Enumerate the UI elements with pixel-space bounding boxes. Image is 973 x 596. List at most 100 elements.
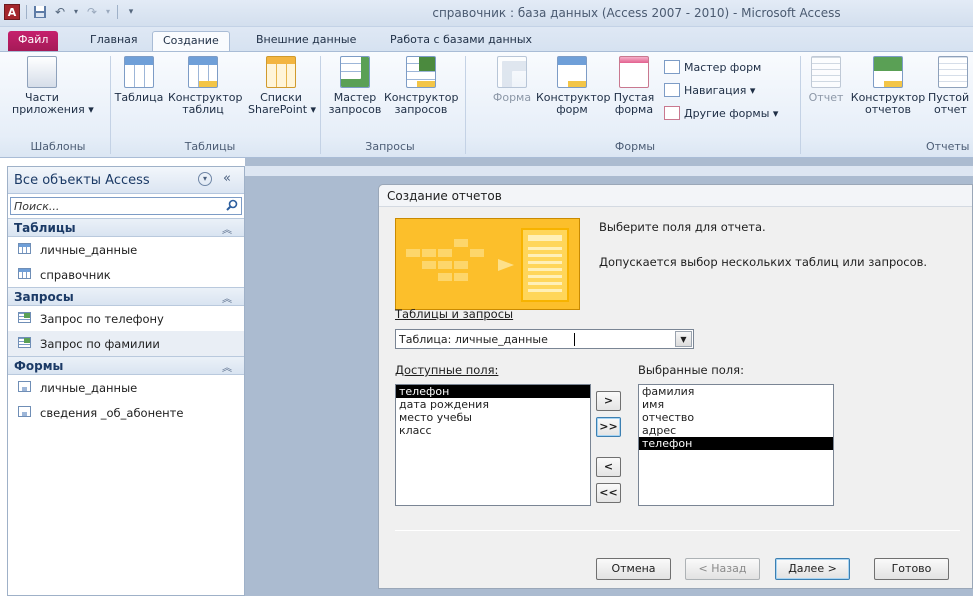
navigation-pane: Все объекты Access ▾ « Поиск... Таблицы … (7, 166, 245, 596)
app-parts-icon (27, 56, 57, 88)
table-design-button[interactable]: Конструктор таблиц (168, 56, 242, 116)
toolbar-separator (117, 5, 118, 19)
report-wizard-illustration (395, 218, 580, 310)
save-icon[interactable] (33, 5, 47, 19)
report-design-button[interactable]: Конструктор отчетов (849, 56, 927, 116)
list-item[interactable]: место учебы (396, 411, 590, 424)
query-icon (18, 337, 31, 348)
sharepoint-list-icon (266, 56, 296, 88)
form-wizard-icon (664, 60, 680, 74)
nav-item-table[interactable]: справочник (8, 262, 244, 287)
group-label-reports: Отчеты (926, 140, 970, 153)
more-forms-button[interactable]: Другие формы ▾ (664, 106, 778, 120)
table-icon (124, 56, 154, 88)
table-design-icon (188, 56, 218, 88)
finish-button[interactable]: Готово (874, 558, 949, 580)
report-button[interactable]: Отчет (805, 56, 847, 104)
query-design-button[interactable]: Конструктор запросов (384, 56, 458, 116)
blank-report-icon (938, 56, 968, 88)
report-wizard-dialog: Создание отчетов Выберите поля для отчет… (378, 184, 973, 589)
toolbar-separator (26, 5, 27, 19)
blank-report-button[interactable]: Пустой отчет (928, 56, 973, 116)
list-item[interactable]: телефон (396, 385, 590, 398)
chevron-up-icon: ︽ (222, 363, 232, 374)
available-fields-label: Доступные поля: (395, 363, 499, 377)
form-design-icon (557, 56, 587, 88)
app-parts-button[interactable]: Части приложения ▾ (12, 56, 94, 116)
tables-queries-value: Таблица: личные_данные (399, 333, 548, 346)
nav-item-form[interactable]: сведения _об_абоненте (8, 400, 244, 425)
tab-home[interactable]: Главная (80, 31, 148, 51)
list-item[interactable]: класс (396, 424, 590, 437)
selected-fields-list[interactable]: фамилия имя отчество адрес телефон (638, 384, 834, 506)
undo-dropdown-icon[interactable]: ▾ (73, 5, 79, 19)
nav-item-query[interactable]: Запрос по телефону (8, 306, 244, 331)
nav-item-query[interactable]: Запрос по фамилии (8, 331, 244, 356)
tab-create[interactable]: Создание (152, 31, 230, 51)
back-button[interactable]: < Назад (685, 558, 760, 580)
form-wizard-button[interactable]: Мастер форм (664, 60, 761, 74)
dialog-title: Создание отчетов (387, 189, 502, 203)
cancel-button[interactable]: Отмена (596, 558, 671, 580)
list-item[interactable]: адрес (639, 424, 833, 437)
navigation-button[interactable]: Навигация ▾ (664, 83, 755, 97)
available-fields-list[interactable]: телефон дата рождения место учебы класс (395, 384, 591, 506)
chevron-up-icon: ︽ (222, 225, 232, 236)
list-item[interactable]: фамилия (639, 385, 833, 398)
more-forms-icon (664, 106, 680, 120)
title-bar: A ↶ ▾ ↷ ▾ ▾ справочник : база данных (Ac… (0, 0, 973, 27)
tab-file[interactable]: Файл (8, 31, 59, 51)
nav-category-forms[interactable]: Формы ︽ (8, 356, 244, 375)
nav-category-queries[interactable]: Запросы ︽ (8, 287, 244, 306)
tab-database-tools[interactable]: Работа с базами данных (380, 31, 542, 51)
blank-form-button[interactable]: Пустая форма (611, 56, 657, 116)
remove-field-button[interactable]: < (596, 457, 621, 477)
add-all-fields-button[interactable]: >> (596, 417, 621, 437)
nav-pane-header[interactable]: Все объекты Access ▾ « (8, 167, 244, 194)
query-wizard-icon (340, 56, 370, 88)
table-icon (18, 243, 31, 254)
nav-item-form[interactable]: личные_данные (8, 375, 244, 400)
customize-toolbar-icon[interactable]: ▾ (124, 5, 138, 19)
chevron-down-icon[interactable]: ▼ (675, 331, 692, 347)
blank-form-icon (619, 56, 649, 88)
table-button[interactable]: Таблица (113, 56, 165, 104)
nav-category-tables[interactable]: Таблицы ︽ (8, 218, 244, 237)
tab-external-data[interactable]: Внешние данные (246, 31, 366, 51)
query-icon (18, 312, 31, 323)
remove-all-fields-button[interactable]: << (596, 483, 621, 503)
list-item[interactable]: имя (639, 398, 833, 411)
list-item[interactable]: дата рождения (396, 398, 590, 411)
redo-icon[interactable]: ↷ (85, 5, 99, 19)
report-design-icon (873, 56, 903, 88)
add-field-button[interactable]: > (596, 391, 621, 411)
form-design-button[interactable]: Конструктор форм (536, 56, 610, 116)
group-label-queries: Запросы (365, 140, 415, 153)
nav-search-input[interactable]: Поиск... (14, 200, 59, 213)
sharepoint-lists-button[interactable]: Списки SharePoint ▾ (248, 56, 316, 116)
form-button[interactable]: Форма (490, 56, 534, 104)
access-app-icon[interactable]: A (4, 4, 20, 20)
undo-icon[interactable]: ↶ (53, 5, 67, 19)
group-label-forms: Формы (614, 140, 656, 153)
report-icon (811, 56, 841, 88)
nav-menu-icon[interactable]: ▾ (198, 172, 212, 186)
navigation-icon (664, 83, 680, 97)
nav-item-table[interactable]: личные_данные (8, 237, 244, 262)
list-item[interactable]: телефон (639, 437, 833, 450)
list-item[interactable]: отчество (639, 411, 833, 424)
group-label-templates: Шаблоны (30, 140, 86, 153)
next-button[interactable]: Далее > (775, 558, 850, 580)
search-icon[interactable] (226, 199, 238, 211)
selected-fields-label: Выбранные поля: (638, 363, 744, 377)
tables-queries-select[interactable]: Таблица: личные_данные ▼ (395, 329, 694, 349)
wizard-hint: Допускается выбор нескольких таблиц или … (599, 255, 928, 269)
nav-pane-title[interactable]: Все объекты Access (14, 173, 150, 188)
nav-collapse-icon[interactable]: « (223, 171, 231, 186)
nav-search-box[interactable]: Поиск... (10, 197, 242, 215)
form-icon (18, 406, 31, 417)
dialog-title-bar[interactable]: Создание отчетов (379, 185, 972, 207)
query-wizard-button[interactable]: Мастер запросов (326, 56, 384, 116)
redo-dropdown-icon[interactable]: ▾ (105, 5, 111, 19)
ribbon: Части приложения ▾ Таблица Конструктор т… (0, 51, 973, 158)
